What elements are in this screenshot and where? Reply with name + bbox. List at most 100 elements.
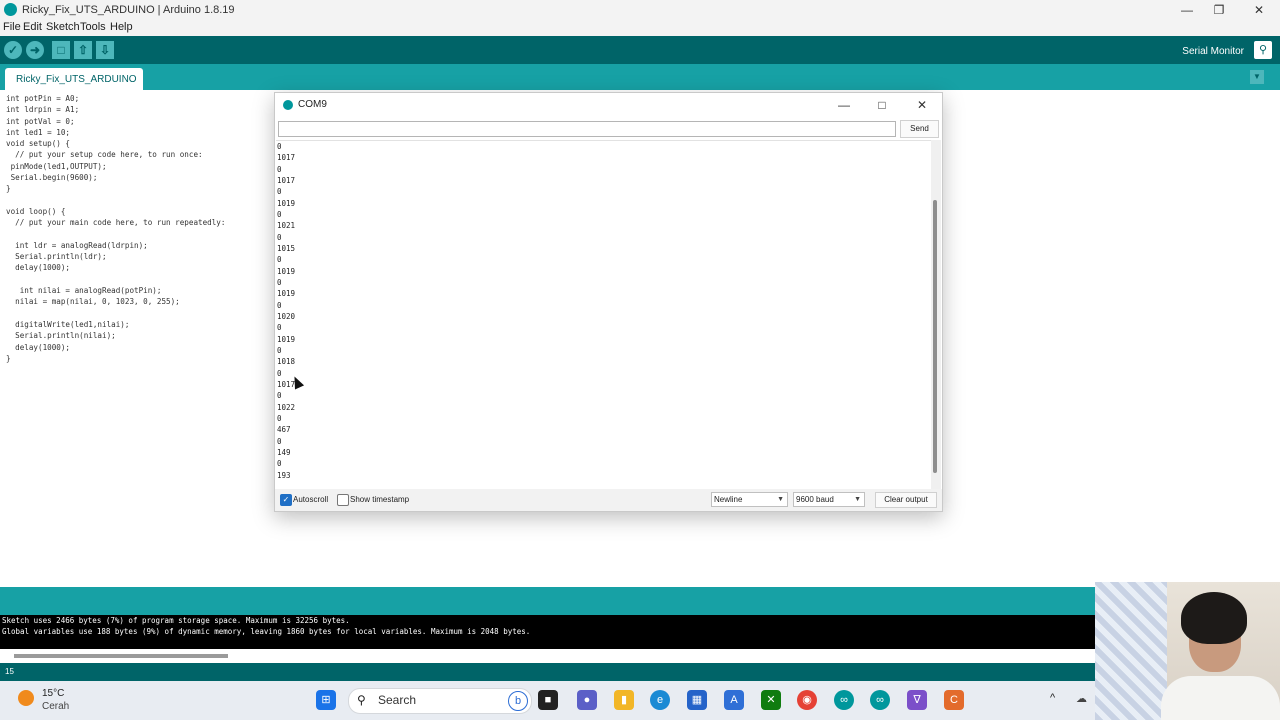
serial-output-line: 0 xyxy=(277,187,282,197)
horizontal-scrollbar[interactable] xyxy=(14,654,228,658)
xbox-icon[interactable]: ✕ xyxy=(761,690,781,710)
vertical-scrollbar[interactable] xyxy=(933,200,937,473)
webcam-overlay xyxy=(1095,582,1280,720)
serial-output-area[interactable] xyxy=(276,140,931,490)
cloud-icon[interactable]: ☁ xyxy=(1076,692,1087,705)
taskbar-search-box[interactable] xyxy=(348,688,532,714)
tab-menu-icon[interactable]: ▼ xyxy=(1250,70,1264,84)
console-line: Global variables use 188 bytes (9%) of d… xyxy=(2,627,531,636)
app-c-icon[interactable]: C xyxy=(944,690,964,710)
show-timestamp-checkbox[interactable] xyxy=(337,494,349,506)
windows-taskbar xyxy=(0,681,1280,720)
serial-monitor-titlebar: COM9 — □ ✕ xyxy=(275,93,942,117)
show-timestamp-label: Show timestamp xyxy=(350,495,410,504)
code-line: int led1 = 10; xyxy=(6,127,71,137)
new-sketch-icon[interactable]: □ xyxy=(52,41,70,59)
weather-icon[interactable] xyxy=(18,690,34,706)
toolbar: ✓ ➜ □ ⇧ ⇩ Serial Monitor ⚲ xyxy=(0,36,1280,64)
webcam-background xyxy=(1095,582,1167,720)
serial-output-line: 193 xyxy=(277,470,291,480)
weather-temperature: 15°C xyxy=(42,688,65,699)
webcam-hair xyxy=(1181,592,1247,644)
serial-output-line: 1020 xyxy=(277,311,296,321)
autoscroll-label: Autoscroll xyxy=(293,495,329,504)
minimize-button[interactable]: — xyxy=(1172,2,1202,18)
chevron-up-icon[interactable]: ^ xyxy=(1050,692,1055,704)
autoscroll-checkbox[interactable]: ✓ xyxy=(280,494,292,506)
menu-file[interactable]: File xyxy=(3,21,21,33)
code-line: // put your main code here, to run repea… xyxy=(6,218,226,228)
code-line: } xyxy=(6,353,11,363)
visual-studio-icon[interactable]: ∇ xyxy=(907,690,927,710)
serial-output-line: 0 xyxy=(277,436,282,446)
bing-icon[interactable]: b xyxy=(508,691,528,711)
serial-output-line: 0 xyxy=(277,142,282,151)
chevron-down-icon: ▼ xyxy=(777,496,784,503)
serial-output-line: 1019 xyxy=(277,289,296,299)
webcam-shirt xyxy=(1161,676,1280,720)
serial-output-line: 0 xyxy=(277,209,282,219)
serial-monitor-icon[interactable]: ⚲ xyxy=(1254,41,1272,59)
code-line: int ldrpin = A1; xyxy=(6,105,80,115)
code-line: int potVal = 0; xyxy=(6,116,75,126)
upload-icon[interactable]: ➜ xyxy=(26,41,44,59)
tab-sketch[interactable]: Ricky_Fix_UTS_ARDUINO xyxy=(5,68,143,90)
save-sketch-icon[interactable]: ⇩ xyxy=(96,41,114,59)
task-view-icon[interactable]: ■ xyxy=(538,690,558,710)
chrome-icon[interactable]: ◉ xyxy=(797,690,817,710)
minimize-button[interactable]: — xyxy=(832,96,856,114)
serial-output-line: 1017 xyxy=(277,175,296,185)
microsoft-store-icon[interactable]: ▦ xyxy=(687,690,707,710)
send-button[interactable]: Send xyxy=(900,120,939,138)
line-number: 15 xyxy=(5,667,14,676)
arduino-active-taskbar-icon[interactable]: ∞ xyxy=(870,690,890,710)
arduino-app-icon xyxy=(283,100,293,110)
code-line: int ldr = analogRead(ldrpin); xyxy=(6,240,148,250)
weather-description: Cerah xyxy=(42,701,70,712)
search-icon: ⚲ xyxy=(357,693,366,707)
code-line: int potPin = A0; xyxy=(6,94,80,103)
serial-output-line: 0 xyxy=(277,277,282,287)
menu-sketch[interactable]: Sketch xyxy=(46,21,80,33)
serial-output-line: 0 xyxy=(277,413,282,423)
line-status-bar: 15 xyxy=(0,663,1280,681)
baud-rate-select[interactable]: 9600 baud ▼ xyxy=(793,492,865,507)
code-line: } xyxy=(6,184,11,194)
menu-tools[interactable]: Tools xyxy=(80,21,106,33)
edge-browser-icon[interactable]: e xyxy=(650,690,670,710)
open-sketch-icon[interactable]: ⇧ xyxy=(74,41,92,59)
restore-button[interactable]: ❐ xyxy=(1204,2,1234,18)
serial-output-line: 0 xyxy=(277,164,282,174)
windows-start-icon[interactable]: ⊞ xyxy=(316,690,336,710)
code-line: Serial.begin(9600); xyxy=(6,173,98,183)
menu-edit[interactable]: Edit xyxy=(23,21,42,33)
serial-input[interactable] xyxy=(278,121,896,137)
code-text[interactable]: int potPin = A0; int ldrpin = A1; int potV… xyxy=(6,93,225,364)
baud-rate-value: 9600 baud xyxy=(796,495,834,504)
code-line: void setup() { xyxy=(6,139,71,149)
tool-app-icon[interactable]: A xyxy=(724,690,744,710)
serial-monitor-label: Serial Monitor xyxy=(1182,46,1244,57)
tab-row: Ricky_Fix_UTS_ARDUINO ▼ xyxy=(0,64,1280,90)
serial-port-title: COM9 xyxy=(298,99,327,110)
close-button[interactable]: ✕ xyxy=(1244,2,1274,18)
verify-icon[interactable]: ✓ xyxy=(4,41,22,59)
code-line: pinMode(led1,OUTPUT); xyxy=(6,161,107,171)
line-ending-select[interactable]: Newline ▼ xyxy=(711,492,788,507)
code-line: int nilai = analogRead(potPin); xyxy=(6,286,162,296)
maximize-button[interactable]: □ xyxy=(870,96,894,114)
search-label: Search xyxy=(378,693,417,707)
code-line: void loop() { xyxy=(6,206,66,216)
code-line: nilai = map(nilai, 0, 1023, 0, 255); xyxy=(6,297,180,307)
file-explorer-icon[interactable]: ▮ xyxy=(614,690,634,710)
chat-icon[interactable]: ● xyxy=(577,690,597,710)
close-button[interactable]: ✕ xyxy=(910,96,934,114)
serial-output-line: 1015 xyxy=(277,243,296,253)
clear-output-button[interactable]: Clear output xyxy=(875,492,937,508)
serial-output-line: 0 xyxy=(277,232,282,242)
serial-output-line: 0 xyxy=(277,300,282,310)
menu-help[interactable]: Help xyxy=(110,21,133,33)
code-line: digitalWrite(led1,nilai); xyxy=(6,319,130,329)
arduino-taskbar-icon[interactable]: ∞ xyxy=(834,690,854,710)
